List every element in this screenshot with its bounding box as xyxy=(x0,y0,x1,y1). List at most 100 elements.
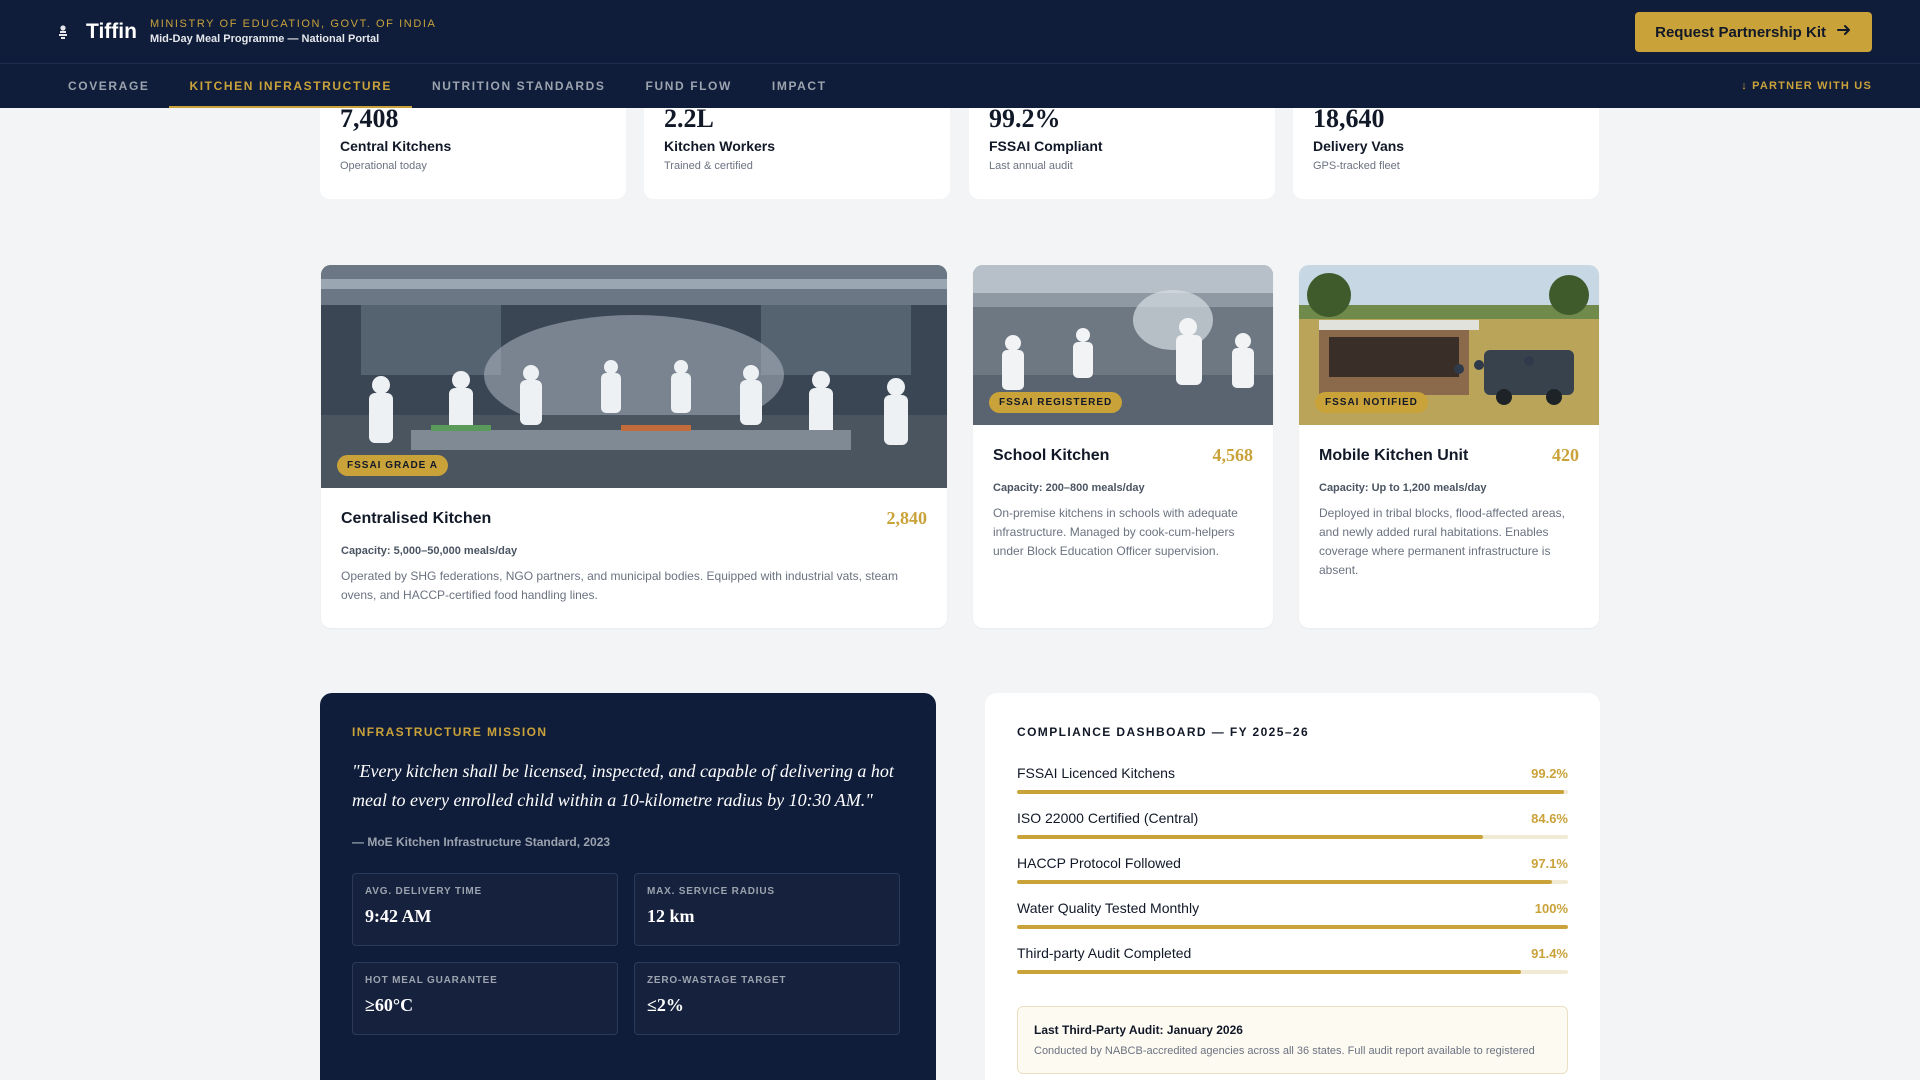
metric-label: MAX. SERVICE RADIUS xyxy=(647,886,775,897)
mission-metrics: AVG. DELIVERY TIME 9:42 AM MAX. SERVICE … xyxy=(352,873,904,1035)
kitchen-title: Mobile Kitchen Unit xyxy=(1319,446,1469,464)
compliance-percent: 84.6% xyxy=(1531,810,1568,826)
compliance-row: Third-party Audit Completed 91.4% xyxy=(1017,945,1568,974)
compliance-label: ISO 22000 Certified (Central) xyxy=(1017,810,1199,826)
progress-fill xyxy=(1017,880,1553,884)
kitchen-title: Centralised Kitchen xyxy=(341,509,492,527)
kitchen-count: 420 xyxy=(1552,445,1579,465)
kitchen-card-mobile[interactable]: FSSAI NOTIFIED Mobile Kitchen Unit 420 C… xyxy=(1299,265,1599,628)
metric-value: 9:42 AM xyxy=(365,906,432,926)
stat-value: 99.2% xyxy=(989,104,1061,133)
kitchen-capacity: Capacity: 200–800 meals/day xyxy=(993,482,1145,494)
cta-label: Request Partnership Kit xyxy=(1655,23,1826,41)
kitchen-title: School Kitchen xyxy=(993,446,1110,464)
fssai-badge: FSSAI REGISTERED xyxy=(989,392,1123,413)
compliance-title: COMPLIANCE DASHBOARD — FY 2025–26 xyxy=(1017,725,1310,739)
progress-track xyxy=(1017,925,1568,929)
kitchen-count: 2,840 xyxy=(886,508,928,528)
progress-track xyxy=(1017,835,1568,839)
compliance-label: Third-party Audit Completed xyxy=(1017,945,1192,961)
kitchen-description: Deployed in tribal blocks, flood-affecte… xyxy=(1319,506,1565,577)
stat-label: Kitchen Workers xyxy=(664,138,775,154)
compliance-label: FSSAI Licenced Kitchens xyxy=(1017,765,1175,781)
stat-card-kitchen-workers: 2.2L Kitchen Workers Trained & certified xyxy=(644,104,950,199)
school-kitchen-photo: FSSAI REGISTERED xyxy=(973,265,1273,425)
stat-label: Central Kitchens xyxy=(340,138,452,154)
stat-card-central-kitchens: 7,408 Central Kitchens Operational today xyxy=(320,104,626,199)
compliance-row: Water Quality Tested Monthly 100% xyxy=(1017,900,1568,929)
metric-label: HOT MEAL GUARANTEE xyxy=(365,975,498,986)
progress-fill xyxy=(1017,925,1568,929)
stat-sub: GPS-tracked fleet xyxy=(1313,160,1400,172)
audit-note: Last Third-Party Audit: January 2026 Con… xyxy=(1017,1006,1568,1074)
top-header: Tiffin MINISTRY OF EDUCATION, GOVT. OF I… xyxy=(0,0,1920,64)
compliance-label: Water Quality Tested Monthly xyxy=(1017,900,1200,916)
metric-zero-wastage-target: ZERO-WASTAGE TARGET ≤2% xyxy=(634,962,900,1035)
fssai-badge: FSSAI NOTIFIED xyxy=(1315,392,1428,413)
kitchen-card-centralised[interactable]: FSSAI GRADE A Centralised Kitchen 2,840 … xyxy=(321,265,947,628)
compliance-row: HACCP Protocol Followed 97.1% xyxy=(1017,855,1568,884)
kitchen-description: On-premise kitchens in schools with adeq… xyxy=(993,506,1238,558)
emblem-icon xyxy=(56,24,70,40)
ministry-label: MINISTRY OF EDUCATION, GOVT. OF INDIA xyxy=(149,18,437,30)
kitchen-count: 4,568 xyxy=(1212,445,1254,465)
mission-eyebrow: INFRASTRUCTURE MISSION xyxy=(352,725,548,739)
metric-hot-meal-guarantee: HOT MEAL GUARANTEE ≥60°C xyxy=(352,962,618,1035)
progress-fill xyxy=(1017,970,1521,974)
compliance-percent: 100% xyxy=(1534,900,1568,916)
kitchen-capacity: Capacity: 5,000–50,000 meals/day xyxy=(341,545,518,557)
tab-kitchen-infrastructure[interactable]: KITCHEN INFRASTRUCTURE xyxy=(169,64,412,108)
tab-impact[interactable]: IMPACT xyxy=(752,64,847,108)
stat-sub: Operational today xyxy=(340,160,427,172)
centralised-kitchen-photo: FSSAI GRADE A xyxy=(321,265,947,488)
stat-value: 7,408 xyxy=(340,104,399,133)
infrastructure-mission-panel: INFRASTRUCTURE MISSION "Every kitchen sh… xyxy=(320,693,936,1080)
brand-subtitle: MINISTRY OF EDUCATION, GOVT. OF INDIA Mi… xyxy=(150,18,437,45)
metric-value: 12 km xyxy=(647,906,695,926)
metric-value: ≤2% xyxy=(647,995,684,1015)
stat-label: FSSAI Compliant xyxy=(989,138,1103,154)
compliance-percent: 99.2% xyxy=(1531,765,1568,781)
progress-track xyxy=(1017,790,1568,794)
audit-text: Conducted by NABCB-accredited agencies a… xyxy=(1034,1045,1535,1057)
metric-value: ≥60°C xyxy=(365,995,414,1015)
stat-label: Delivery Vans xyxy=(1313,138,1405,154)
metric-avg-delivery-time: AVG. DELIVERY TIME 9:42 AM xyxy=(352,873,618,946)
mission-source: — MoE Kitchen Infrastructure Standard, 2… xyxy=(352,835,611,849)
partner-with-us-link[interactable]: ↓ PARTNER WITH US xyxy=(1741,64,1872,108)
progress-track xyxy=(1017,970,1568,974)
tab-fund-flow[interactable]: FUND FLOW xyxy=(626,64,752,108)
audit-title: Last Third-Party Audit: January 2026 xyxy=(1034,1023,1243,1037)
request-partnership-kit-button[interactable]: Request Partnership Kit xyxy=(1635,12,1872,52)
mission-quote: "Every kitchen shall be licensed, inspec… xyxy=(352,761,894,810)
progress-fill xyxy=(1017,835,1484,839)
compliance-dashboard: COMPLIANCE DASHBOARD — FY 2025–26 FSSAI … xyxy=(985,693,1600,1080)
metric-label: ZERO-WASTAGE TARGET xyxy=(647,975,787,986)
stat-card-fssai-compliant: 99.2% FSSAI Compliant Last annual audit xyxy=(969,104,1275,199)
stat-sub: Last annual audit xyxy=(989,160,1073,172)
fssai-badge: FSSAI GRADE A xyxy=(337,455,448,476)
portal-label: Mid-Day Meal Programme — National Portal xyxy=(149,33,380,45)
progress-track xyxy=(1017,880,1568,884)
metric-label: AVG. DELIVERY TIME xyxy=(365,886,483,897)
section-nav: COVERAGE KITCHEN INFRASTRUCTURE NUTRITIO… xyxy=(0,64,1920,108)
compliance-row: ISO 22000 Certified (Central) 84.6% xyxy=(1017,810,1568,839)
compliance-row: FSSAI Licenced Kitchens 99.2% xyxy=(1017,765,1568,794)
compliance-percent: 91.4% xyxy=(1531,945,1568,961)
kitchen-card-school[interactable]: FSSAI REGISTERED School Kitchen 4,568 Ca… xyxy=(973,265,1273,628)
kitchen-description: Operated by SHG federations, NGO partner… xyxy=(341,569,898,602)
arrow-right-icon xyxy=(1836,22,1852,42)
stat-value: 18,640 xyxy=(1313,104,1385,133)
metric-max-service-radius: MAX. SERVICE RADIUS 12 km xyxy=(634,873,900,946)
tab-nutrition-standards[interactable]: NUTRITION STANDARDS xyxy=(412,64,626,108)
mobile-kitchen-photo: FSSAI NOTIFIED xyxy=(1299,265,1599,425)
compliance-percent: 97.1% xyxy=(1531,855,1568,871)
stat-card-delivery-vans: 18,640 Delivery Vans GPS-tracked fleet xyxy=(1293,104,1599,199)
stat-sub: Trained & certified xyxy=(664,160,753,172)
compliance-label: HACCP Protocol Followed xyxy=(1017,855,1181,871)
brand-name[interactable]: Tiffin xyxy=(86,20,137,44)
stat-value: 2.2L xyxy=(664,104,714,133)
kitchen-capacity: Capacity: Up to 1,200 meals/day xyxy=(1319,482,1487,494)
progress-fill xyxy=(1017,790,1564,794)
tab-coverage[interactable]: COVERAGE xyxy=(48,64,169,108)
